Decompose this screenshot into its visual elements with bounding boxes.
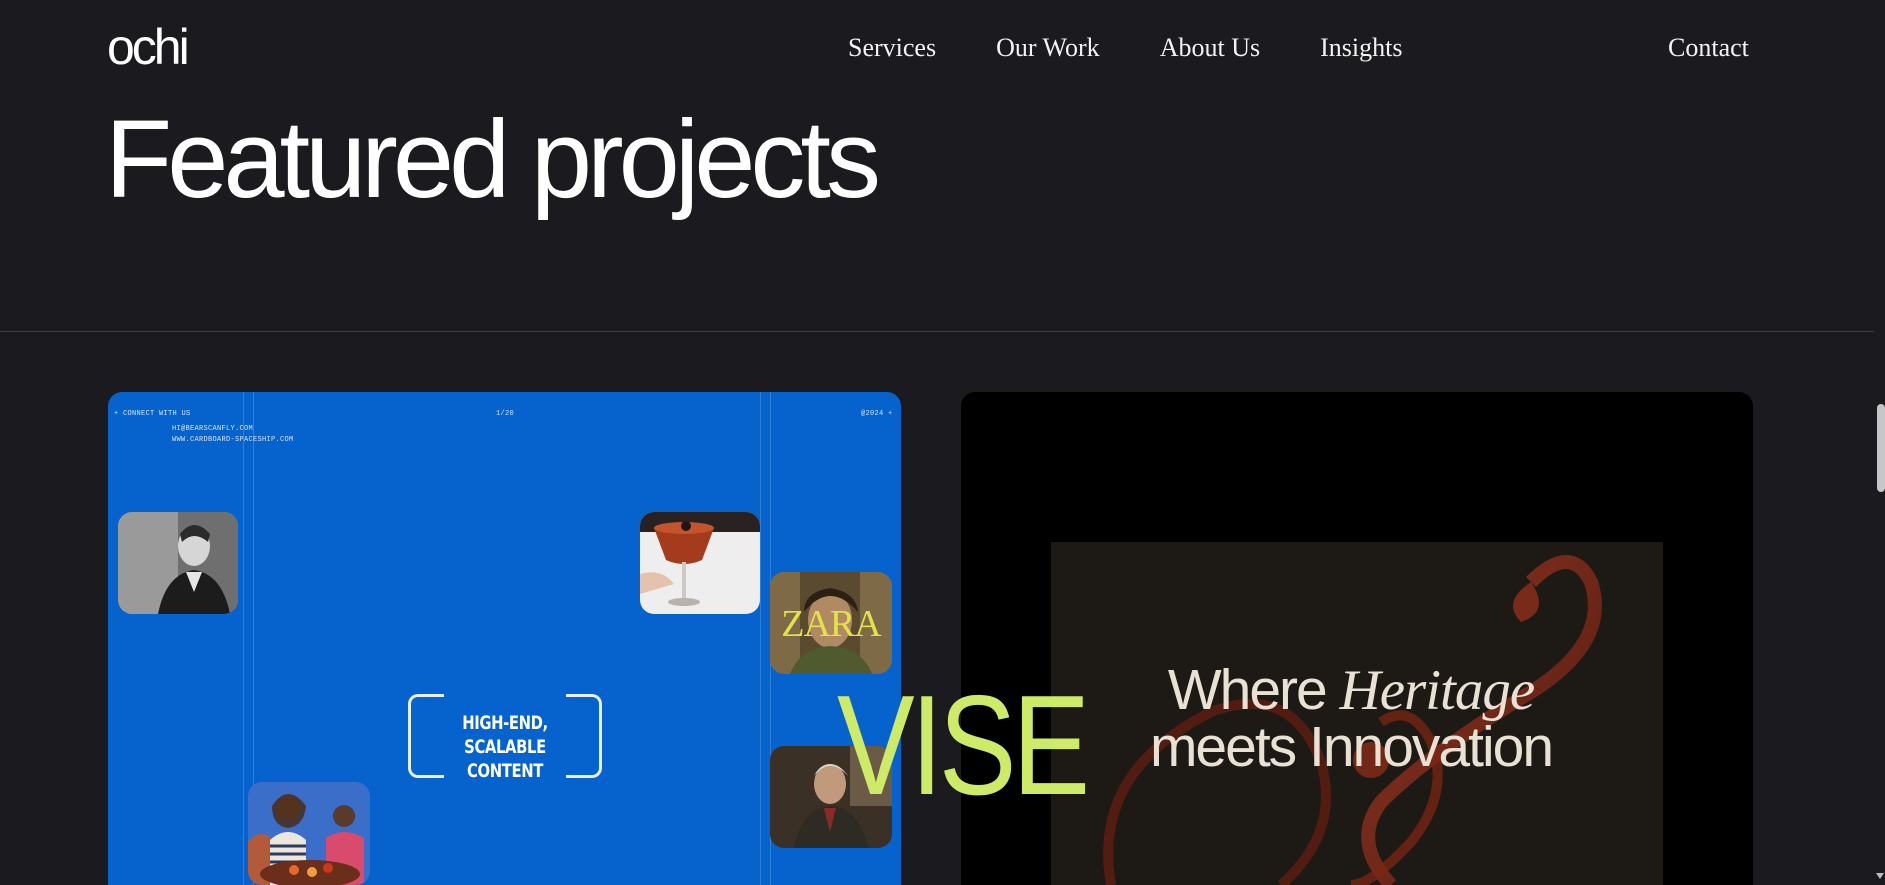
headline-where: Where (1167, 658, 1340, 722)
slide-counter: 1/20 (496, 410, 515, 418)
project-hover-label: VISE (837, 666, 1090, 825)
tagline-frame: HIGH-END, SCALABLE CONTENT (408, 694, 602, 782)
grid-line (760, 392, 761, 885)
zara-logo-text: ZARA (781, 603, 882, 645)
cocktail-photo (640, 512, 760, 614)
nav-links: Services Our Work About Us Insights (848, 31, 1402, 65)
man-in-suit-photo (118, 512, 238, 614)
project-card-cardboard-spaceship[interactable]: + CONNECT WITH US HI@BEARSCANFLY.COM WWW… (108, 392, 901, 885)
nav-link-about-us[interactable]: About Us (1160, 31, 1260, 65)
nav-link-services[interactable]: Services (848, 31, 936, 65)
year-label: @2024 + (861, 410, 893, 418)
headline-heritage: Heritage (1339, 659, 1536, 722)
vise-headline: Where Heritage meets Innovation (1071, 659, 1631, 779)
group-dining-photo (248, 782, 370, 885)
scrollbar-thumb[interactable] (1877, 404, 1885, 492)
page: ochi Services Our Work About Us Insights… (0, 0, 1885, 885)
headline-line-2: meets Innovation (1149, 715, 1554, 779)
tagline-line-1: HIGH-END, (462, 712, 548, 734)
ochi-logo[interactable]: ochi (107, 18, 190, 76)
nav-link-our-work[interactable]: Our Work (996, 31, 1100, 65)
tagline-text: HIGH-END, SCALABLE CONTENT (429, 711, 580, 783)
tagline-line-2: SCALABLE CONTENT (464, 736, 546, 782)
page-scrollbar[interactable] (1874, 0, 1885, 885)
section-title: Featured projects (105, 98, 881, 221)
email-text: HI@BEARSCANFLY.COM (172, 425, 254, 433)
top-navigation: ochi Services Our Work About Us Insights… (0, 0, 1874, 100)
grid-line (243, 392, 244, 885)
connect-label: + CONNECT WITH US (114, 410, 191, 418)
nav-link-contact[interactable]: Contact (1668, 31, 1749, 65)
zara-ad-photo: ZARA (770, 572, 892, 674)
nav-link-insights[interactable]: Insights (1320, 31, 1402, 65)
website-text: WWW.CARDBOARD-SPACESHIP.COM (172, 436, 294, 444)
scroll-down-arrow-icon[interactable] (1876, 873, 1884, 879)
section-divider (0, 331, 1874, 332)
